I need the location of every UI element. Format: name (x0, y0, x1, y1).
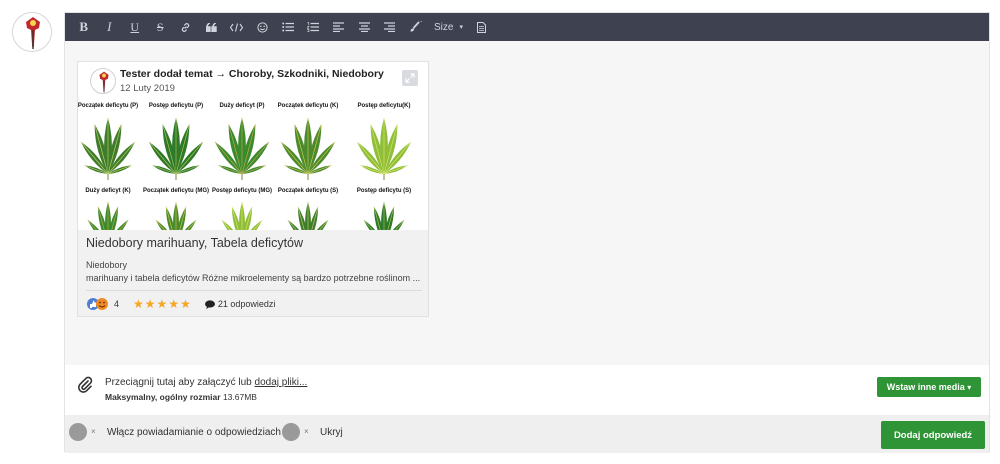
submit-reply-button[interactable]: Dodaj odpowiedź (881, 421, 985, 449)
reactions-icon (87, 298, 108, 310)
brush-icon (410, 21, 423, 32)
star-icon: ★ (180, 297, 191, 311)
leaf-illustration (214, 118, 270, 180)
link-icon (182, 22, 190, 32)
leaf-illustration (287, 202, 329, 230)
image-label: Postęp deficytu (MG) (211, 188, 273, 194)
italic-button[interactable]: I (97, 13, 123, 41)
align-center-button[interactable] (352, 13, 378, 41)
expand-button[interactable] (402, 70, 418, 86)
card-date: 12 Luty 2019 (120, 83, 175, 94)
card-excerpt: marihuany i tabela deficytów Różne mikro… (86, 273, 421, 283)
leaf-illustration (363, 202, 405, 230)
pin-logo-icon (99, 71, 109, 93)
bullet-list-icon (281, 22, 294, 32)
deficiency-chart-image: Początek deficytu (P) Postęp deficytu (P)… (78, 102, 428, 230)
font-size-dropdown[interactable]: Size ▾ (428, 13, 469, 41)
align-left-icon (333, 22, 345, 32)
color-button[interactable] (403, 13, 429, 41)
align-left-button[interactable] (326, 13, 352, 41)
underline-button[interactable]: U (122, 13, 148, 41)
rating-stars: ★ ★ ★ ★ ★ (133, 298, 191, 310)
smiley-icon (257, 21, 268, 33)
preview-button[interactable] (469, 13, 495, 41)
image-label: Duży deficyt (P) (219, 103, 265, 109)
paperclip-icon (77, 376, 93, 393)
code-button[interactable] (224, 13, 250, 41)
card-author-line[interactable]: Tester dodał temat → Choroby, Szkodniki,… (120, 68, 418, 80)
leaf-illustration (80, 118, 136, 180)
star-icon: ★ (133, 297, 144, 311)
leaf-illustration (356, 118, 412, 180)
document-icon (477, 21, 487, 33)
image-label: Początek deficytu (S) (277, 188, 339, 194)
image-label: Postęp deficytu (S) (356, 188, 412, 194)
notify-switch[interactable]: × (69, 423, 103, 441)
embedded-topic-card[interactable]: Tester dodał temat → Choroby, Szkodniki,… (77, 61, 429, 317)
attachment-area[interactable]: Przeciągnij tutaj aby załączyć lub dodaj… (65, 365, 989, 415)
card-meta: 4 ★ ★ ★ ★ ★ 21 odpowiedzi (86, 297, 422, 311)
close-icon: × (304, 427, 309, 436)
align-center-icon (358, 22, 370, 32)
comment-icon (204, 299, 215, 309)
replies-count[interactable]: 21 odpowiedzi (204, 299, 275, 309)
star-icon: ★ (156, 297, 168, 311)
image-label: Początek deficytu (K) (277, 103, 339, 109)
leaf-illustration (87, 202, 129, 230)
max-size-info: Maksymalny, ogólny rozmiar 13.67MB (105, 392, 257, 402)
image-label: Początek deficytu (MG) (142, 188, 210, 194)
leaf-illustration (280, 118, 336, 180)
notify-toggle[interactable]: × Włącz powiadamianie o odpowiedziach (69, 423, 281, 441)
align-right-icon (384, 22, 396, 32)
insert-media-button[interactable]: Wstaw inne media ▾ (877, 377, 981, 397)
star-icon: ★ (144, 297, 156, 311)
star-icon: ★ (168, 297, 180, 311)
close-icon: × (91, 427, 96, 436)
image-label: Postęp deficytu(K) (357, 103, 411, 109)
emoji-button[interactable] (250, 13, 276, 41)
hide-toggle[interactable]: × Ukryj (282, 423, 343, 441)
numbered-list-button[interactable] (301, 13, 327, 41)
pin-logo-icon (26, 17, 40, 49)
editor-content[interactable]: Tester dodał temat → Choroby, Szkodniki,… (65, 41, 989, 365)
reply-footer: × Włącz powiadamianie o odpowiedziach × … (65, 415, 989, 453)
notify-label: Włącz powiadamianie o odpowiedziach (107, 426, 281, 438)
numbered-list-icon (307, 22, 320, 32)
expand-icon (405, 73, 415, 83)
divider (86, 290, 422, 291)
image-label: Postęp deficytu (P) (148, 103, 204, 109)
hide-switch[interactable]: × (282, 423, 316, 441)
quote-icon (205, 22, 217, 32)
leaf-illustration (221, 202, 263, 230)
bold-button[interactable]: B (71, 13, 97, 41)
reaction-count: 4 (114, 299, 120, 309)
link-button[interactable] (173, 13, 199, 41)
card-title[interactable]: Niedobory marihuany, Tabela deficytów (86, 236, 422, 250)
card-subtitle: Niedobory (86, 260, 128, 270)
align-right-button[interactable] (377, 13, 403, 41)
code-icon (230, 22, 244, 32)
card-body: Niedobory marihuany, Tabela deficytów Ni… (78, 230, 428, 316)
user-avatar[interactable] (12, 12, 52, 52)
leaf-illustration (148, 118, 204, 180)
bullet-list-button[interactable] (275, 13, 301, 41)
editor-toolbar: B I U S Size ▾ (65, 13, 989, 41)
quote-button[interactable] (199, 13, 225, 41)
attach-instructions: Przeciągnij tutaj aby załączyć lub dodaj… (105, 377, 308, 388)
leaf-illustration (155, 202, 197, 230)
reply-editor: B I U S Size ▾ Tester dodał temat → Chor… (64, 12, 990, 453)
add-files-link[interactable]: dodaj pliki... (255, 377, 308, 388)
leaf-grid (80, 118, 412, 230)
hide-label: Ukryj (320, 426, 343, 438)
strikethrough-button[interactable]: S (148, 13, 174, 41)
image-label: Początek deficytu (P) (78, 103, 139, 109)
image-label: Duży deficyt (K) (85, 188, 131, 194)
author-avatar[interactable] (90, 68, 116, 94)
card-header: Tester dodał temat → Choroby, Szkodniki,… (78, 62, 428, 102)
